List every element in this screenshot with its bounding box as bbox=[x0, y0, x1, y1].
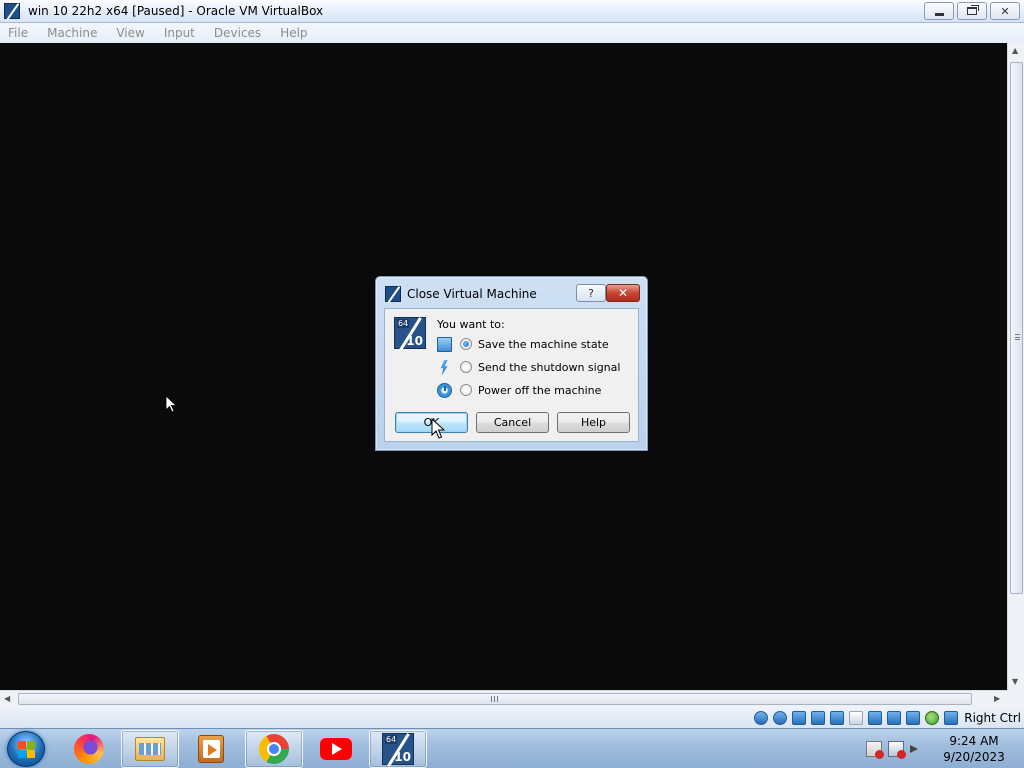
network-icon[interactable] bbox=[811, 710, 826, 725]
option-shutdown-signal[interactable]: Send the shutdown signal bbox=[437, 358, 620, 376]
scroll-left-arrow-icon[interactable]: ◀ bbox=[4, 694, 10, 703]
close-icon: ✕ bbox=[1000, 4, 1010, 18]
menu-bar: File Machine View Input Devices Help bbox=[0, 23, 1024, 43]
start-button[interactable] bbox=[7, 731, 45, 767]
taskbar-windows-explorer[interactable] bbox=[121, 730, 179, 768]
restore-button[interactable] bbox=[957, 2, 987, 20]
windows-logo-icon bbox=[18, 741, 36, 759]
volume-muted-icon[interactable] bbox=[910, 745, 918, 753]
window-title: win 10 22h2 x64 [Paused] - Oracle VM Vir… bbox=[28, 4, 324, 18]
minimize-button[interactable] bbox=[924, 2, 954, 20]
system-clock[interactable]: 9:24 AM 9/20/2023 bbox=[935, 733, 1013, 765]
menu-devices[interactable]: Devices bbox=[214, 26, 261, 40]
radio-save-state[interactable] bbox=[460, 338, 472, 350]
taskbar: 64 10 9:24 AM 9/20/2023 bbox=[0, 728, 1024, 768]
close-icon: ✕ bbox=[617, 286, 629, 300]
scroll-down-arrow-icon[interactable]: ▼ bbox=[1012, 677, 1018, 686]
horizontal-scroll-thumb[interactable] bbox=[18, 693, 972, 705]
hard-disk-icon[interactable] bbox=[754, 710, 769, 725]
display-icon[interactable] bbox=[868, 710, 883, 725]
network-status-icon[interactable] bbox=[888, 741, 906, 759]
vbox-badge-10: 10 bbox=[394, 750, 411, 764]
scroll-grip-icon bbox=[1015, 334, 1020, 340]
menu-view[interactable]: View bbox=[116, 26, 144, 40]
audio-icon[interactable] bbox=[792, 710, 807, 725]
windows-explorer-icon bbox=[135, 737, 165, 761]
taskbar-media-player[interactable] bbox=[182, 730, 240, 768]
help-button[interactable]: Help bbox=[557, 412, 630, 433]
action-center-flag-icon[interactable] bbox=[866, 741, 884, 759]
scroll-right-arrow-icon[interactable]: ▶ bbox=[994, 694, 1000, 703]
vm-status-bar: Right Ctrl bbox=[0, 707, 1024, 728]
window-controls: ✕ bbox=[924, 2, 1020, 20]
chrome-icon bbox=[259, 734, 289, 764]
minimize-icon bbox=[934, 12, 944, 16]
vertical-scrollbar[interactable]: ▲ ▼ bbox=[1007, 43, 1024, 690]
question-mark-icon: ? bbox=[588, 286, 594, 300]
dialog-close-button[interactable]: ✕ bbox=[606, 284, 640, 302]
dialog-prompt: You want to: bbox=[437, 318, 505, 331]
scroll-up-arrow-icon[interactable]: ▲ bbox=[1012, 46, 1018, 55]
virtualization-icon[interactable] bbox=[906, 710, 921, 725]
close-vm-dialog: Close Virtual Machine ? ✕ 64 10 You want… bbox=[375, 276, 648, 451]
virtualbox-app-icon bbox=[384, 285, 402, 303]
window-title-bar[interactable]: win 10 22h2 x64 [Paused] - Oracle VM Vir… bbox=[0, 0, 1024, 23]
virtualbox-app-icon bbox=[3, 2, 21, 20]
vm-os-icon: 64 10 bbox=[394, 317, 426, 349]
youtube-icon bbox=[320, 738, 352, 760]
vm-os-badge-10: 10 bbox=[406, 334, 423, 348]
save-state-icon bbox=[437, 336, 452, 352]
option-label: Save the machine state bbox=[478, 337, 609, 351]
vbox-badge-64: 64 bbox=[385, 735, 398, 744]
horizontal-scrollbar[interactable]: ◀ ▶ bbox=[0, 690, 1007, 707]
menu-help[interactable]: Help bbox=[280, 26, 307, 40]
video-capture-icon[interactable] bbox=[887, 710, 902, 725]
usb-icon[interactable] bbox=[830, 710, 845, 725]
menu-file[interactable]: File bbox=[8, 26, 28, 40]
dialog-title: Close Virtual Machine bbox=[407, 287, 537, 301]
shared-folders-icon[interactable] bbox=[849, 710, 864, 725]
dialog-title-bar[interactable]: Close Virtual Machine bbox=[384, 285, 537, 303]
menu-input[interactable]: Input bbox=[164, 26, 195, 40]
host-key-label[interactable]: Right Ctrl bbox=[964, 711, 1021, 725]
taskbar-firefox[interactable] bbox=[60, 730, 118, 768]
clock-date: 9/20/2023 bbox=[943, 750, 1005, 764]
power-icon bbox=[437, 382, 452, 398]
mouse-integration-icon[interactable] bbox=[925, 710, 940, 725]
taskbar-chrome[interactable] bbox=[245, 730, 303, 768]
media-player-icon bbox=[198, 735, 224, 763]
radio-power-off[interactable] bbox=[460, 384, 472, 396]
menu-machine[interactable]: Machine bbox=[47, 26, 97, 40]
option-power-off[interactable]: Power off the machine bbox=[437, 381, 601, 399]
clock-time: 9:24 AM bbox=[949, 734, 999, 748]
firefox-icon bbox=[74, 734, 104, 764]
lightning-bolt-icon bbox=[437, 360, 452, 375]
optical-drive-icon[interactable] bbox=[773, 710, 788, 725]
virtualbox-icon: 64 10 bbox=[382, 733, 414, 765]
dialog-body: 64 10 You want to: Save the machine stat… bbox=[384, 308, 639, 442]
system-tray bbox=[866, 741, 918, 759]
vertical-scroll-thumb[interactable] bbox=[1010, 62, 1023, 594]
option-label: Power off the machine bbox=[478, 383, 602, 397]
option-label: Send the shutdown signal bbox=[478, 360, 621, 374]
restore-icon bbox=[967, 7, 977, 15]
cancel-button[interactable]: Cancel bbox=[476, 412, 549, 433]
radio-shutdown-signal[interactable] bbox=[460, 361, 472, 373]
dialog-help-button[interactable]: ? bbox=[576, 284, 606, 302]
taskbar-virtualbox[interactable]: 64 10 bbox=[369, 730, 427, 768]
taskbar-youtube[interactable] bbox=[307, 730, 365, 768]
option-save-state[interactable]: Save the machine state bbox=[437, 335, 609, 353]
keyboard-capture-icon[interactable] bbox=[944, 710, 959, 725]
scrollbar-corner bbox=[1007, 690, 1024, 707]
close-window-button[interactable]: ✕ bbox=[990, 2, 1020, 20]
scroll-grip-icon bbox=[491, 696, 498, 702]
vm-os-badge-64: 64 bbox=[397, 319, 410, 328]
